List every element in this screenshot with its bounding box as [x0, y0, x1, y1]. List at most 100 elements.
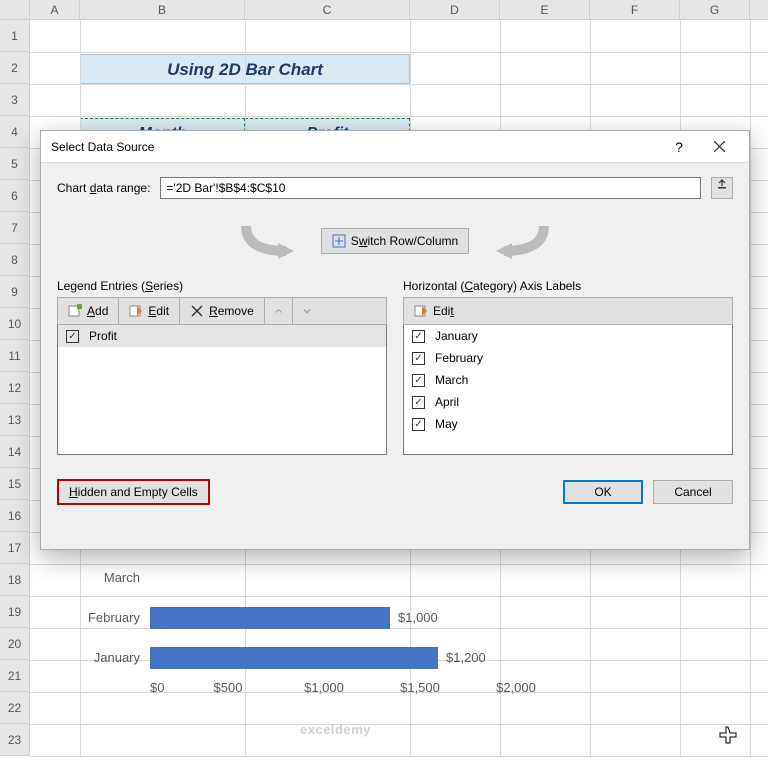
- move-down-button[interactable]: [293, 298, 321, 324]
- switch-icon: [332, 234, 346, 248]
- row-header-20[interactable]: 20: [0, 628, 30, 660]
- hidden-empty-cells-button[interactable]: Hidden and Empty Cells: [57, 479, 210, 505]
- remove-series-button[interactable]: Remove: [180, 298, 265, 324]
- edit-icon: [414, 304, 428, 318]
- category-item[interactable]: April: [404, 391, 732, 413]
- legend-entries-panel: Legend Entries (Series) Add Edit Remove: [57, 279, 387, 455]
- row-header-7[interactable]: 7: [0, 212, 30, 244]
- axis-tick: $2,000: [468, 680, 564, 695]
- category-item[interactable]: February: [404, 347, 732, 369]
- column-headers: A B C D E F G: [0, 0, 768, 20]
- row-header-1[interactable]: 1: [0, 20, 30, 52]
- axis-labels-panel: Horizontal (Category) Axis Labels Edit J…: [403, 279, 733, 455]
- range-label: Chart data range:: [57, 181, 150, 195]
- col-header-d[interactable]: D: [410, 0, 500, 19]
- row-header-19[interactable]: 19: [0, 596, 30, 628]
- category-checkbox[interactable]: [412, 330, 425, 343]
- bar-fill[interactable]: [150, 647, 438, 669]
- arrow-left-curve-icon: [236, 221, 316, 261]
- category-checkbox[interactable]: [412, 396, 425, 409]
- close-icon: [714, 141, 725, 152]
- category-item-label: March: [435, 373, 468, 387]
- axis-toolbar: Edit: [403, 297, 733, 325]
- series-item-label: Profit: [89, 329, 117, 343]
- collapse-range-button[interactable]: [711, 177, 733, 199]
- add-series-button[interactable]: Add: [58, 298, 119, 324]
- col-header-b[interactable]: B: [80, 0, 245, 19]
- row-header-18[interactable]: 18: [0, 564, 30, 596]
- row-header-10[interactable]: 10: [0, 308, 30, 340]
- row-headers: 1234567891011121314151617181920212223: [0, 20, 30, 756]
- row-header-22[interactable]: 22: [0, 692, 30, 724]
- col-header-c[interactable]: C: [245, 0, 410, 19]
- row-header-9[interactable]: 9: [0, 276, 30, 308]
- legend-entries-label: Legend Entries (Series): [57, 279, 387, 293]
- category-item-label: January: [435, 329, 478, 343]
- add-icon: [68, 304, 82, 318]
- category-checkbox[interactable]: [412, 374, 425, 387]
- row-header-21[interactable]: 21: [0, 660, 30, 692]
- watermark: exceldemy: [300, 722, 371, 737]
- axis-tick: $500: [180, 680, 276, 695]
- bar-value-label: $1,000: [390, 607, 438, 629]
- row-header-14[interactable]: 14: [0, 436, 30, 468]
- edit-series-button[interactable]: Edit: [119, 298, 180, 324]
- row-header-6[interactable]: 6: [0, 180, 30, 212]
- ok-button[interactable]: OK: [563, 480, 643, 504]
- row-header-3[interactable]: 3: [0, 84, 30, 116]
- row-header-11[interactable]: 11: [0, 340, 30, 372]
- chevron-down-icon: [303, 304, 311, 318]
- select-all-corner[interactable]: [0, 0, 30, 19]
- series-toolbar: Add Edit Remove: [57, 297, 387, 325]
- bar-fill[interactable]: [150, 607, 390, 629]
- category-item[interactable]: May: [404, 413, 732, 435]
- close-button[interactable]: [699, 139, 739, 155]
- row-header-15[interactable]: 15: [0, 468, 30, 500]
- cancel-button[interactable]: Cancel: [653, 480, 733, 504]
- row-header-2[interactable]: 2: [0, 52, 30, 84]
- move-up-button[interactable]: [265, 298, 293, 324]
- category-item-label: February: [435, 351, 483, 365]
- dialog-title: Select Data Source: [51, 140, 659, 154]
- col-header-f[interactable]: F: [590, 0, 680, 19]
- category-checkbox[interactable]: [412, 418, 425, 431]
- edit-icon: [129, 304, 143, 318]
- row-header-8[interactable]: 8: [0, 244, 30, 276]
- bar-category-label: March: [60, 570, 150, 585]
- bar-value-label: $1,200: [438, 647, 486, 669]
- chevron-up-icon: [275, 304, 282, 318]
- help-button[interactable]: ?: [659, 139, 699, 155]
- col-header-g[interactable]: G: [680, 0, 750, 19]
- row-header-5[interactable]: 5: [0, 148, 30, 180]
- arrow-right-curve-icon: [474, 221, 554, 261]
- row-header-12[interactable]: 12: [0, 372, 30, 404]
- row-header-17[interactable]: 17: [0, 532, 30, 564]
- dialog-titlebar[interactable]: Select Data Source ?: [41, 131, 749, 163]
- row-header-13[interactable]: 13: [0, 404, 30, 436]
- chart-data-range-input[interactable]: [160, 177, 701, 199]
- cursor-icon: [718, 725, 738, 745]
- chart-x-axis: $0$500$1,000$1,500$2,000: [150, 680, 660, 695]
- row-header-4[interactable]: 4: [0, 116, 30, 148]
- chart-bar-row: January $1,200: [60, 640, 660, 675]
- series-listbox[interactable]: Profit: [57, 325, 387, 455]
- row-header-16[interactable]: 16: [0, 500, 30, 532]
- category-item[interactable]: March: [404, 369, 732, 391]
- bar-category-label: February: [60, 610, 150, 625]
- category-listbox[interactable]: January February March AprilMay: [403, 325, 733, 455]
- chart-bar-row: March: [60, 560, 660, 595]
- axis-tick: $1,000: [276, 680, 372, 695]
- category-checkbox[interactable]: [412, 352, 425, 365]
- category-item[interactable]: January: [404, 325, 732, 347]
- col-header-e[interactable]: E: [500, 0, 590, 19]
- edit-axis-button[interactable]: Edit: [404, 298, 464, 324]
- series-checkbox[interactable]: [66, 330, 79, 343]
- axis-labels-label: Horizontal (Category) Axis Labels: [403, 279, 733, 293]
- switch-row-column-button[interactable]: Switch Row/Column: [321, 228, 469, 254]
- series-item-profit[interactable]: Profit: [58, 325, 386, 347]
- row-header-23[interactable]: 23: [0, 724, 30, 756]
- bar-category-label: January: [60, 650, 150, 665]
- axis-tick: $0: [150, 680, 180, 695]
- chart-bar-row: February $1,000: [60, 600, 660, 635]
- col-header-a[interactable]: A: [30, 0, 80, 19]
